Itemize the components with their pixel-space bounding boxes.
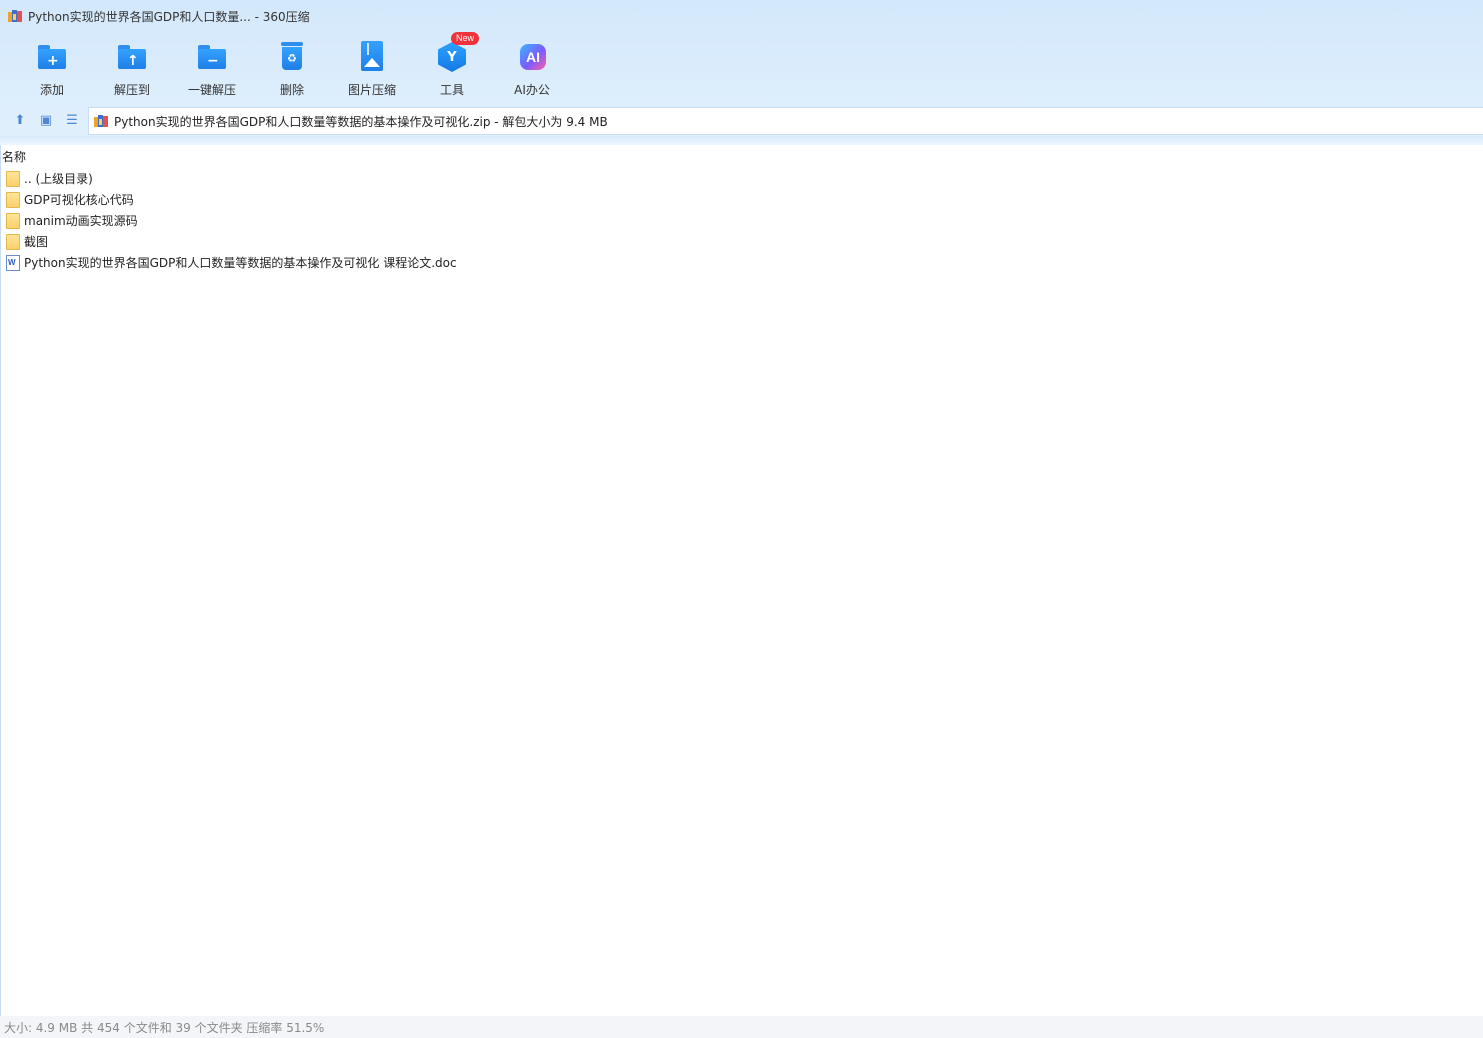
archive-icon (94, 114, 108, 128)
new-badge: New (451, 32, 480, 45)
column-header-name[interactable]: 名称 (2, 148, 26, 165)
add-button[interactable]: + 添加 (12, 38, 92, 98)
list-item[interactable]: W Python实现的世界各国GDP和人口数量等数据的基本操作及可视化 课程论文… (6, 252, 457, 273)
tools-button[interactable]: Y New 工具 (412, 32, 492, 98)
file-name: GDP可视化核心代码 (24, 193, 134, 207)
address-row: ⬆ ▣ ☰ Python实现的世界各国GDP和人口数量等数据的基本操作及可视化.… (0, 106, 1483, 136)
file-name: 截图 (24, 235, 49, 249)
toolbar: + 添加 ↑ 解压到 − 一键解压 ♻ 删除 图片压缩 Y New 工具 AI … (12, 32, 572, 98)
list-item[interactable]: 截图 (6, 231, 457, 252)
ai-glyph: AI (520, 44, 546, 70)
file-name: Python实现的世界各国GDP和人口数量等数据的基本操作及可视化 课程论文.d… (24, 256, 457, 270)
one-click-extract-button[interactable]: − 一键解压 (172, 38, 252, 98)
thumbnail-view-icon[interactable]: ▣ (38, 113, 54, 129)
ai-office-label: AI办公 (514, 83, 550, 97)
address-bar[interactable]: Python实现的世界各国GDP和人口数量等数据的基本操作及可视化.zip - … (88, 107, 1483, 135)
recycle-bin-icon: ♻ (275, 40, 309, 73)
one-click-extract-icon: − (195, 40, 229, 73)
file-name: .. (上级目录) (24, 172, 93, 186)
extract-to-icon: ↑ (115, 40, 149, 73)
image-compress-button[interactable]: 图片压缩 (332, 38, 412, 98)
ai-office-button[interactable]: AI AI办公 (492, 38, 572, 98)
list-item[interactable]: GDP可视化核心代码 (6, 189, 457, 210)
title-bar: Python实现的世界各国GDP和人口数量... - 360压缩 (0, 0, 1483, 32)
folder-icon (6, 191, 20, 208)
extract-to-button[interactable]: ↑ 解压到 (92, 38, 172, 98)
delete-button[interactable]: ♻ 删除 (252, 38, 332, 98)
one-click-extract-label: 一键解压 (187, 83, 236, 97)
delete-label: 删除 (279, 83, 304, 97)
word-doc-icon: W (6, 254, 20, 271)
list-view-icon[interactable]: ☰ (64, 113, 80, 129)
list-item[interactable]: .. (上级目录) (6, 168, 457, 189)
archive-path: Python实现的世界各国GDP和人口数量等数据的基本操作及可视化.zip - … (114, 114, 608, 129)
app-zip-icon (8, 9, 22, 23)
list-item[interactable]: manim动画实现源码 (6, 210, 457, 231)
folder-icon (6, 212, 20, 229)
tools-label: 工具 (439, 83, 464, 97)
top-panel: Python实现的世界各国GDP和人口数量... - 360压缩 + 添加 ↑ … (0, 0, 1483, 145)
folder-icon (6, 170, 20, 187)
tools-cube-icon: Y New (435, 32, 480, 73)
divider (0, 136, 1483, 145)
folder-icon (6, 233, 20, 250)
file-name: manim动画实现源码 (24, 214, 138, 228)
status-bar: 大小: 4.9 MB 共 454 个文件和 39 个文件夹 压缩率 51.5% (0, 1016, 1483, 1038)
up-arrow-icon[interactable]: ⬆ (12, 113, 28, 129)
window-title: Python实现的世界各国GDP和人口数量... - 360压缩 (28, 9, 310, 24)
ai-office-icon: AI (515, 40, 549, 73)
extract-to-label: 解压到 (113, 83, 150, 97)
file-list: 名称 .. (上级目录) GDP可视化核心代码 manim动画实现源码 截图 W… (0, 145, 1483, 1016)
add-folder-icon: + (35, 40, 69, 73)
add-button-label: 添加 (39, 83, 64, 97)
status-text: 大小: 4.9 MB 共 454 个文件和 39 个文件夹 压缩率 51.5% (4, 1020, 325, 1035)
image-compress-label: 图片压缩 (347, 83, 396, 97)
image-compress-icon (355, 40, 389, 73)
